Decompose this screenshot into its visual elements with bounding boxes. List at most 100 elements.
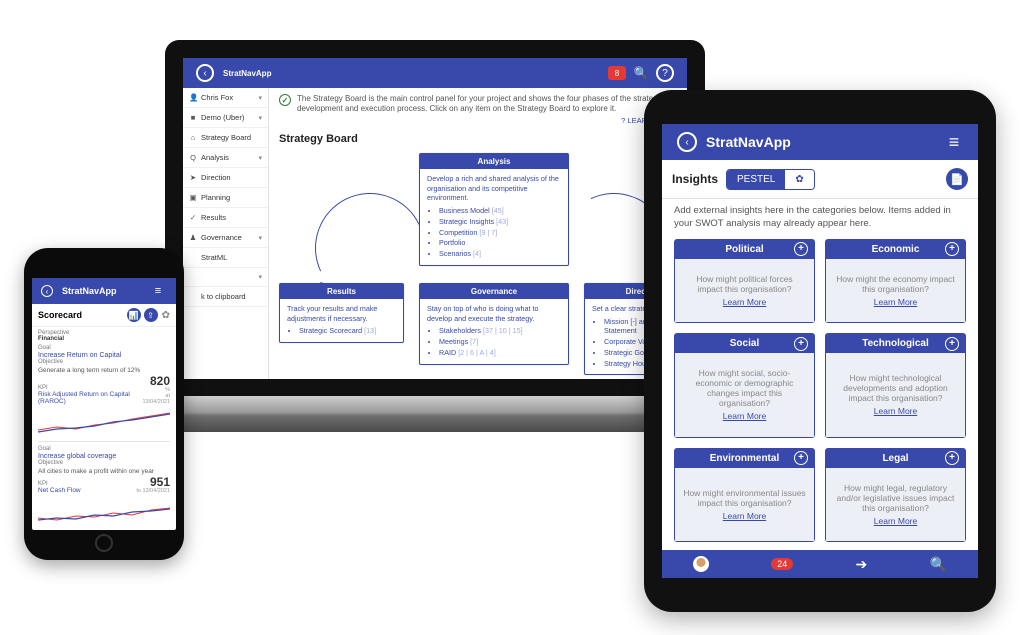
kpi-asof: at 13/04/2021 (141, 393, 170, 405)
search-icon[interactable]: 🔍 (632, 64, 650, 82)
card-body: How might social, socio-economic or demo… (675, 353, 814, 436)
chevron-down-icon: ▾ (258, 94, 262, 102)
sidebar-item-governance[interactable]: ♟Governance▾ (183, 228, 268, 248)
card-title: Legal+ (826, 449, 965, 468)
sidebar-item-strategy-board[interactable]: ⌂Strategy Board (183, 128, 268, 148)
sidebar-item-analysis[interactable]: QAnalysis▾ (183, 148, 268, 168)
tabs-title: Insights (672, 172, 718, 186)
chevron-down-icon: ▾ (258, 114, 262, 122)
learn-more-link[interactable]: Learn More (723, 297, 766, 307)
tabs-row: Insights PESTEL ✿ 📄 (662, 160, 978, 199)
pestel-card-social[interactable]: Social+How might social, socio-economic … (674, 333, 815, 437)
kpi-value: 951 (136, 476, 170, 488)
learn-more-link[interactable]: ? LEARN MORE (279, 116, 677, 125)
back-icon[interactable]: ‹ (196, 64, 214, 82)
kpi-name[interactable]: Risk Adjusted Return on Capital (RAROC) (38, 391, 141, 405)
panel-analysis[interactable]: Analysis Develop a rich and shared analy… (419, 153, 569, 266)
panel-governance[interactable]: Governance Stay on top of who is doing w… (419, 283, 569, 365)
sidebar-item-results[interactable]: ✓Results (183, 208, 268, 228)
sparkline-chart (38, 407, 170, 435)
add-icon[interactable]: + (794, 337, 808, 351)
add-icon[interactable]: + (794, 242, 808, 256)
learn-more-link[interactable]: Learn More (874, 297, 917, 307)
notification-badge[interactable]: 8 (608, 66, 626, 80)
kpi-name[interactable]: Net Cash Flow (38, 487, 81, 494)
help-icon[interactable]: ? (656, 64, 674, 82)
panel-title: Analysis (420, 154, 568, 169)
forward-icon[interactable]: ➔ (856, 556, 868, 573)
sidebar-user-label: Chris Fox (201, 93, 258, 102)
objective-value[interactable]: Generate a long term return of 12% (38, 367, 170, 374)
action-share-icon[interactable]: ⇪ (144, 308, 158, 322)
learn-more-link[interactable]: Learn More (723, 411, 766, 421)
strategy-board: Analysis Develop a rich and shared analy… (279, 153, 677, 379)
gear-icon[interactable]: ✿ (162, 310, 170, 321)
tab-group: PESTEL ✿ (726, 169, 815, 190)
add-icon[interactable]: + (794, 451, 808, 465)
pestel-card-legal[interactable]: Legal+How might legal, regulatory and/or… (825, 448, 966, 542)
panel-text: Track your results and make adjustments … (287, 304, 396, 323)
pestel-card-environmental[interactable]: Environmental+How might environmental is… (674, 448, 815, 542)
menu-icon[interactable]: ≡ (945, 133, 963, 151)
pestel-grid: Political+How might political forces imp… (662, 239, 978, 550)
appbar-phone: ‹ StratNavApp ≡ (32, 278, 176, 304)
chevron-down-icon: ▾ (258, 154, 262, 162)
learn-more-link[interactable]: Learn More (723, 511, 766, 521)
phone-device: ‹ StratNavApp ≡ Scorecard 📊 ⇪ ✿ Perspect… (24, 248, 184, 560)
tablet-footer: 24 ➔ 🔍 (662, 550, 978, 578)
search-icon[interactable]: 🔍 (929, 556, 946, 573)
sidebar-item-label: Direction (201, 173, 262, 182)
hint-text: Add external insights here in the catego… (662, 199, 978, 239)
card-body: How might political forces impact this o… (675, 259, 814, 322)
panel-title: Governance (420, 284, 568, 299)
card-body: How might technological developments and… (826, 353, 965, 436)
document-icon[interactable]: 📄 (946, 168, 968, 190)
perspective-value: Financial (38, 336, 170, 342)
sidebar-item-label: Strategy Board (201, 133, 262, 142)
add-icon[interactable]: + (945, 337, 959, 351)
pestel-card-political[interactable]: Political+How might political forces imp… (674, 239, 815, 323)
info-text: The Strategy Board is the main control p… (297, 94, 677, 114)
card-title: Political+ (675, 240, 814, 259)
sidebar-item-more[interactable]: ▾ (183, 268, 268, 287)
goal-value[interactable]: Increase global coverage (38, 453, 170, 460)
card-title: Environmental+ (675, 449, 814, 468)
sidebar-project[interactable]: ■ Demo (Uber) ▾ (183, 108, 268, 128)
sidebar-item-planning[interactable]: ▣Planning (183, 188, 268, 208)
sidebar-project-label: Demo (Uber) (201, 113, 258, 122)
info-icon: ✓ (279, 94, 291, 106)
pestel-card-technological[interactable]: Technological+How might technological de… (825, 333, 966, 437)
learn-more-link[interactable]: Learn More (874, 406, 917, 416)
tab-pestel[interactable]: PESTEL (727, 170, 785, 189)
tablet-device: ‹ StratNavApp ≡ Insights PESTEL ✿ 📄 Add … (644, 90, 996, 612)
add-icon[interactable]: + (945, 242, 959, 256)
sidebar-item-direction[interactable]: ➤Direction (183, 168, 268, 188)
app-title: StratNavApp (223, 69, 271, 78)
info-banner: ✓ The Strategy Board is the main control… (279, 94, 677, 114)
main-content: ✓ The Strategy Board is the main control… (269, 88, 687, 379)
card-body: How might environmental issues impact th… (675, 468, 814, 541)
objective-label: Objective (38, 460, 170, 466)
card-body: How might the economy impact this organi… (826, 259, 965, 322)
menu-icon[interactable]: ≡ (149, 282, 167, 300)
footer-badge[interactable]: 24 (771, 558, 793, 570)
learn-more-link[interactable]: Learn More (874, 516, 917, 526)
back-icon[interactable]: ‹ (677, 132, 697, 152)
pestel-card-economic[interactable]: Economic+How might the economy impact th… (825, 239, 966, 323)
scorecard-header: Scorecard 📊 ⇪ ✿ (32, 304, 176, 327)
appbar-tablet: ‹ StratNavApp ≡ (662, 124, 978, 160)
action-chart-icon[interactable]: 📊 (127, 308, 141, 322)
tab-settings[interactable]: ✿ (785, 170, 813, 189)
goal-value[interactable]: Increase Return on Capital (38, 352, 170, 359)
objective-label: Objective (38, 359, 170, 365)
sidebar-item-stratml[interactable]: StratML (183, 248, 268, 268)
objective-value[interactable]: All cities to make a profit within one y… (38, 468, 170, 475)
panel-results[interactable]: Results Track your results and make adju… (279, 283, 404, 343)
kpi-value: 820 (141, 375, 170, 387)
sidebar-user[interactable]: 👤 Chris Fox ▾ (183, 88, 268, 108)
home-button[interactable] (95, 534, 113, 552)
avatar[interactable] (693, 556, 709, 572)
back-icon[interactable]: ‹ (41, 285, 53, 297)
sidebar-item-clipboard[interactable]: k to clipboard (183, 287, 268, 307)
add-icon[interactable]: + (945, 451, 959, 465)
